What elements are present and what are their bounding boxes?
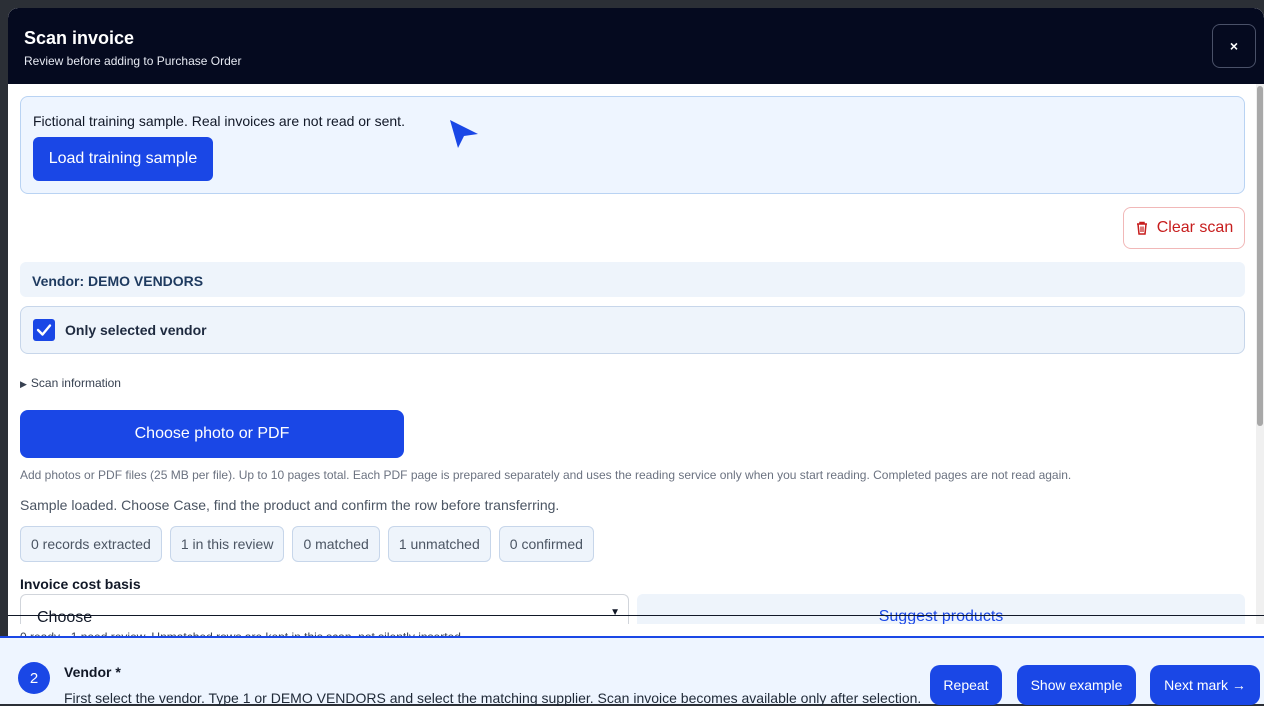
- scan-information-toggle[interactable]: ▶ Scan information: [20, 376, 121, 390]
- show-example-button[interactable]: Show example: [1017, 665, 1136, 705]
- guided-tour-footer: 2 Vendor * First select the vendor. Type…: [0, 636, 1264, 706]
- chevron-down-icon: ▼: [610, 607, 620, 618]
- check-icon: [36, 324, 52, 336]
- suggest-products-button[interactable]: Suggest products: [637, 594, 1245, 624]
- clear-scan-label: Clear scan: [1156, 219, 1234, 236]
- invoice-cost-basis-select[interactable]: Choose ▼: [20, 594, 629, 624]
- clear-scan-button[interactable]: Clear scan: [1123, 207, 1245, 249]
- stat-matched: 0 matched: [292, 526, 380, 562]
- upload-help-text: Add photos or PDF files (25 MB per file)…: [20, 468, 1072, 482]
- modal-title: Scan invoice: [24, 28, 135, 48]
- invoice-cost-basis-label: Invoice cost basis: [20, 576, 141, 592]
- stat-records-extracted: 0 records extracted: [20, 526, 162, 562]
- vendor-display: Vendor: DEMO VENDORS: [20, 262, 1245, 297]
- stat-in-review: 1 in this review: [169, 526, 285, 562]
- status-message: Sample loaded. Choose Case, find the pro…: [20, 497, 560, 513]
- repeat-button[interactable]: Repeat: [930, 665, 1002, 705]
- scan-invoice-modal: Scan invoice Review before adding to Pur…: [8, 8, 1264, 704]
- training-sample-note: Fictional training sample. Real invoices…: [33, 113, 405, 129]
- vendor-label: Vendor: DEMO VENDORS: [32, 273, 204, 289]
- trash-icon: [1136, 221, 1147, 235]
- only-selected-vendor-label: Only selected vendor: [65, 322, 207, 338]
- stat-confirmed: 0 confirmed: [498, 526, 594, 562]
- mouse-pointer-icon: [450, 120, 478, 148]
- disclosure-triangle-icon: ▶: [20, 379, 27, 389]
- only-selected-vendor-checkbox[interactable]: [33, 319, 55, 341]
- scan-information-label: Scan information: [30, 376, 121, 390]
- section-divider: [8, 615, 1264, 616]
- scrollbar-thumb[interactable]: [1257, 86, 1263, 426]
- scrollbar[interactable]: [1256, 84, 1264, 624]
- invoice-cost-basis-value: Choose: [37, 609, 93, 624]
- suggest-products-label: Suggest products: [878, 608, 1004, 624]
- close-button[interactable]: ×: [1212, 24, 1256, 68]
- stat-unmatched: 1 unmatched: [387, 526, 491, 562]
- only-selected-vendor-row[interactable]: Only selected vendor: [20, 306, 1245, 354]
- modal-subtitle: Review before adding to Purchase Order: [24, 54, 242, 68]
- review-stats: 0 records extracted 1 in this review 0 m…: [20, 526, 594, 562]
- load-training-sample-button[interactable]: Load training sample: [33, 137, 213, 181]
- step-number-badge: 2: [18, 662, 50, 694]
- step-title: Vendor *: [64, 664, 121, 680]
- training-sample-panel: Fictional training sample. Real invoices…: [20, 96, 1245, 194]
- choose-photo-or-pdf-button[interactable]: Choose photo or PDF: [20, 410, 404, 458]
- next-mark-button[interactable]: Next mark →: [1150, 665, 1260, 705]
- modal-header: Scan invoice Review before adding to Pur…: [8, 8, 1264, 84]
